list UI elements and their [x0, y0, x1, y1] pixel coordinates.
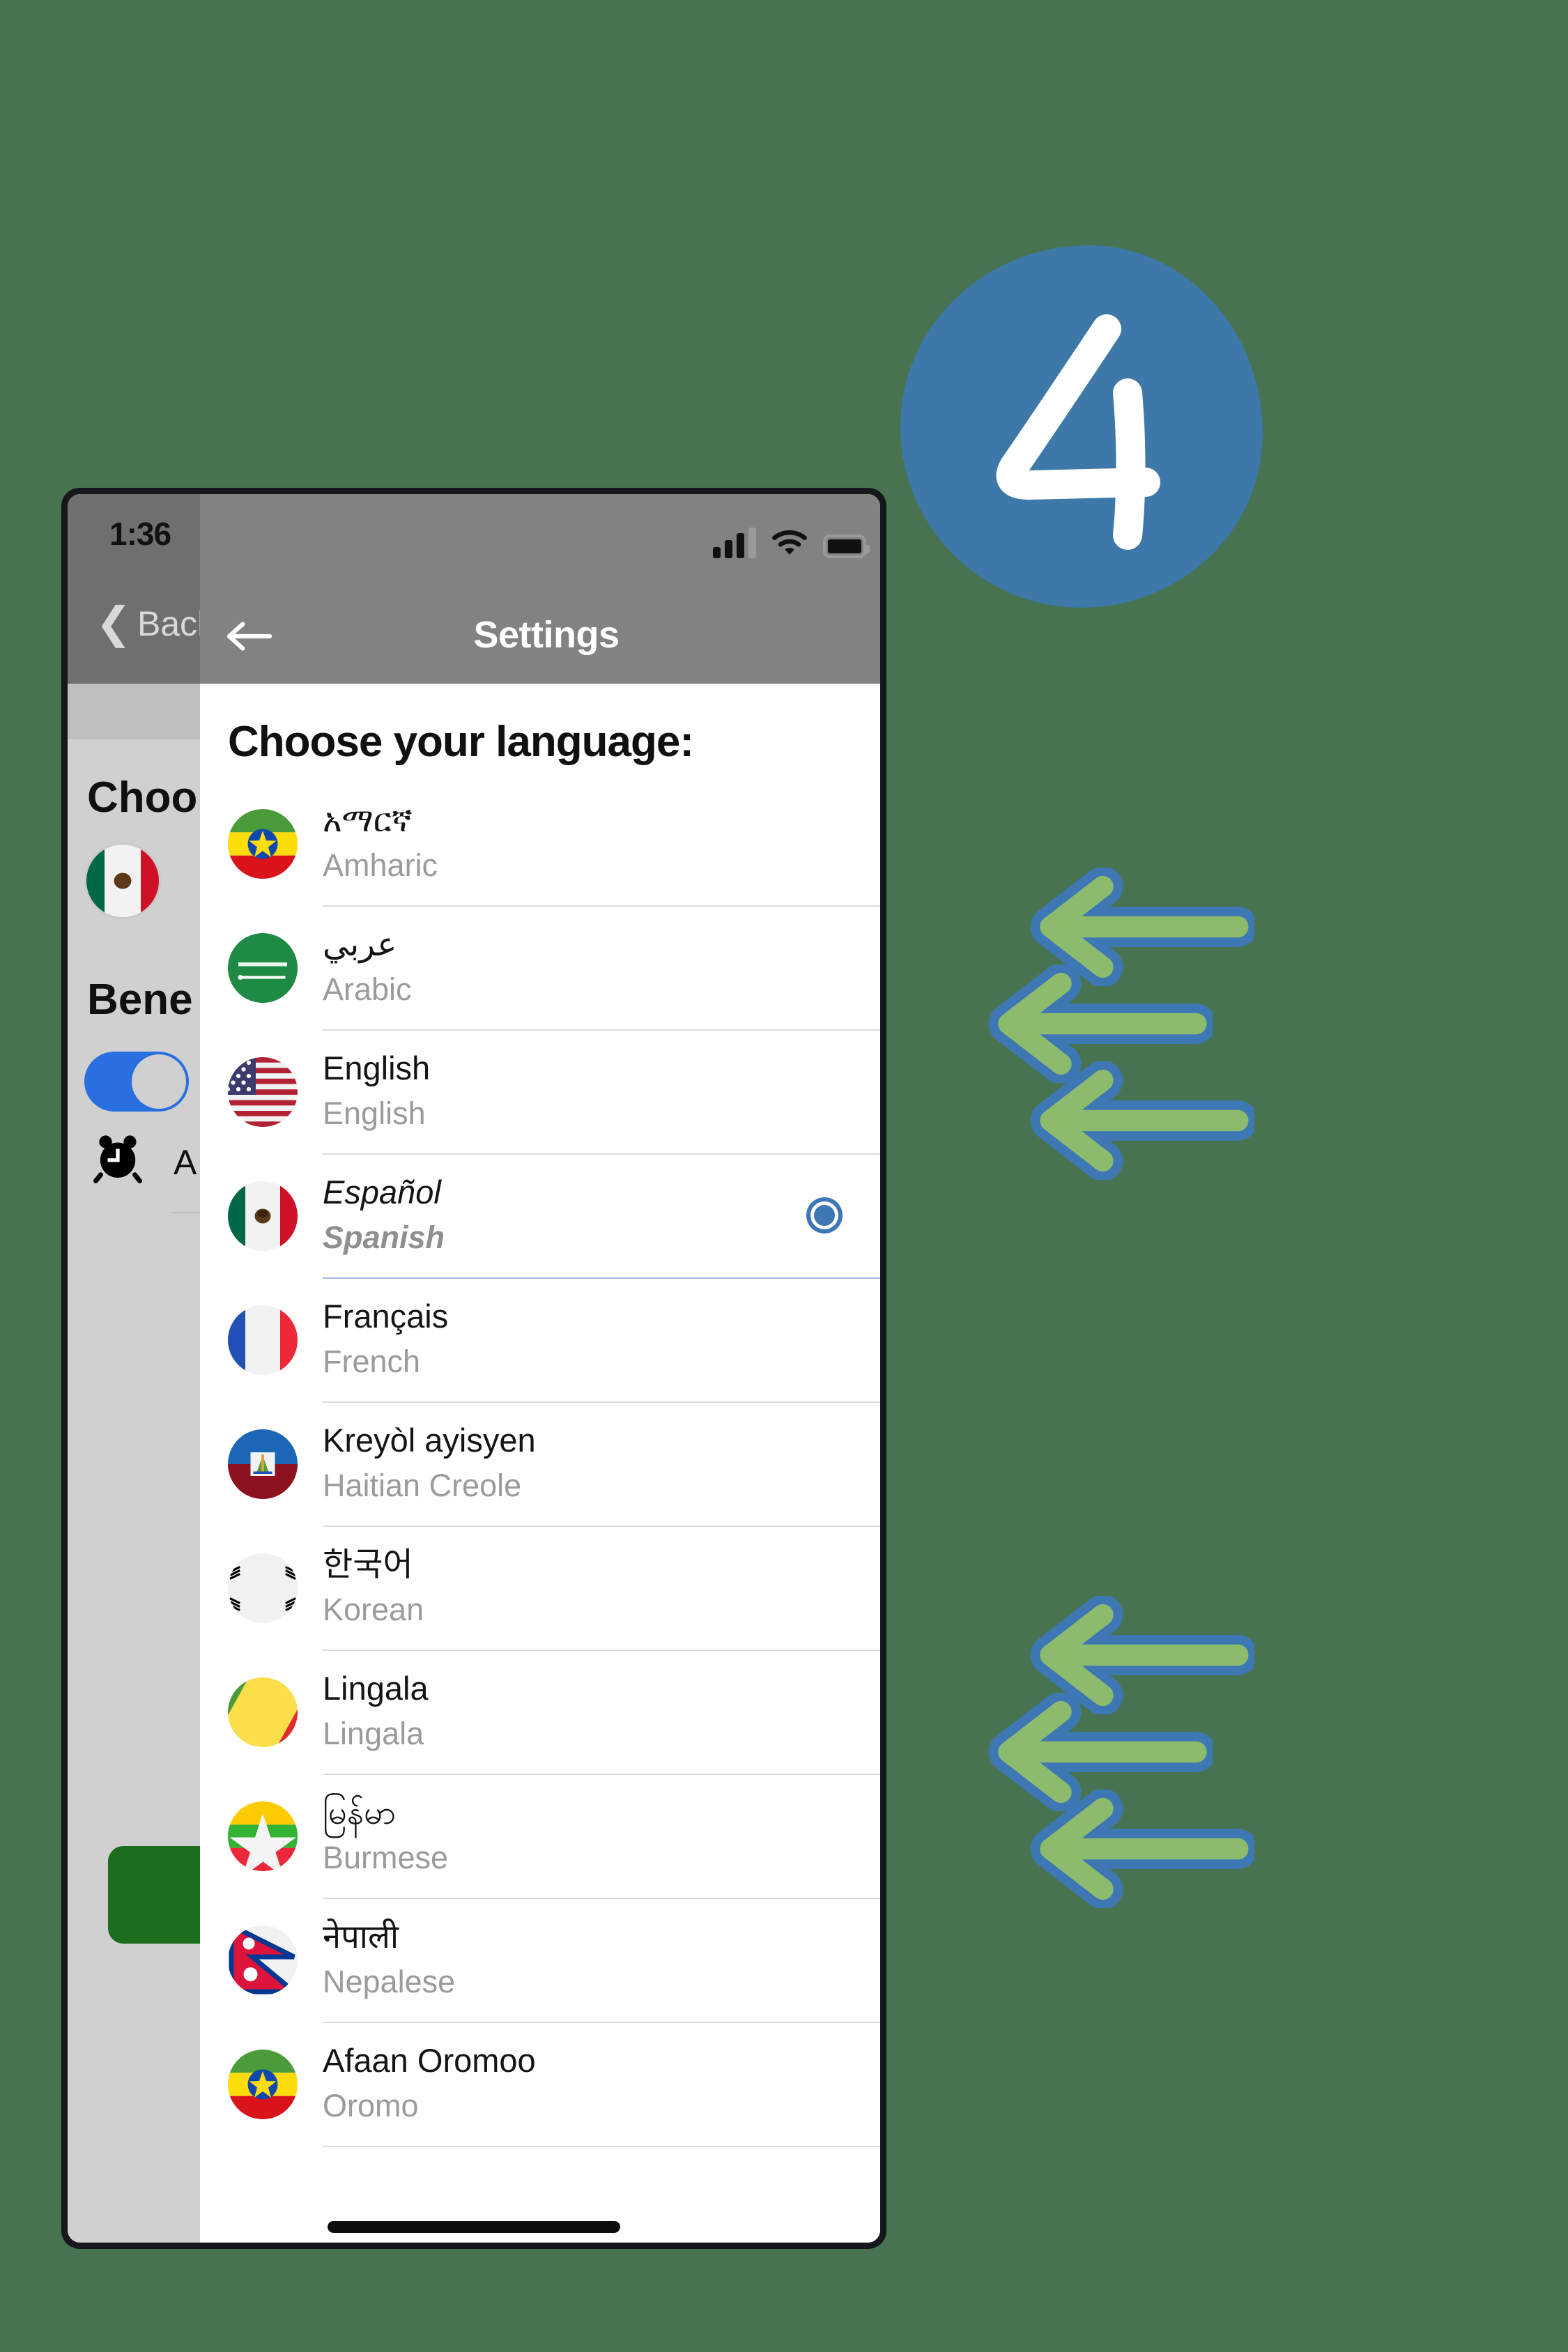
language-english-name: Amharic: [323, 847, 438, 884]
language-list-item[interactable]: Lingala Lingala: [228, 1650, 880, 1775]
language-english-name: Spanish: [323, 1220, 445, 1256]
language-native-name: Afaan Oromoo: [323, 2042, 536, 2080]
language-list-item[interactable]: አማርኛ Amharic: [228, 781, 880, 907]
language-english-name: Burmese: [323, 1840, 449, 1876]
language-native-name: 한국어: [323, 1546, 413, 1583]
background-heading-benefits: Bene: [87, 976, 193, 1024]
nav-bar: Settings: [200, 586, 880, 684]
language-native-name: English: [323, 1050, 431, 1087]
language-labels: Afaan Oromoo Oromo: [323, 2022, 880, 2147]
cellular-signal-icon: [713, 528, 756, 558]
language-list-item[interactable]: नेपाली Nepalese: [228, 1898, 880, 2023]
page-title: Settings: [473, 614, 620, 656]
home-indicator: [328, 2221, 620, 2233]
language-labels: 한국어 Korean: [323, 1525, 880, 1651]
language-list: አማርኛ Amharic عربي Arabic English English Españ…: [200, 781, 880, 2147]
step-number-glyph: [996, 314, 1160, 550]
language-list-item[interactable]: Kreyòl ayisyen Haitian Creole: [228, 1401, 880, 1527]
language-native-name: عربي: [323, 925, 397, 963]
language-labels: नेपाली Nepalese: [323, 1898, 880, 2023]
background-toggle-switch[interactable]: [84, 1052, 189, 1112]
annotation-arrow-left-icon: [1017, 1788, 1259, 1912]
language-labels: Lingala Lingala: [323, 1650, 880, 1775]
language-list-item[interactable]: Español Spanish: [228, 1153, 880, 1279]
background-alarm-label: A: [174, 1143, 197, 1182]
language-labels: Kreyòl ayisyen Haitian Creole: [323, 1401, 880, 1527]
background-back-button[interactable]: ❮ Back: [95, 602, 215, 645]
choose-language-heading: Choose your language:: [228, 718, 694, 766]
language-native-name: Español: [323, 1174, 441, 1211]
language-list-item[interactable]: English English: [228, 1029, 880, 1155]
language-native-name: Kreyòl ayisyen: [323, 1422, 536, 1459]
phone-screen: 1:36 ❮ Back Choo Bene A Settings Choose …: [68, 494, 880, 2243]
language-labels: አማርኛ Amharic: [323, 781, 880, 907]
status-bar: [200, 494, 880, 586]
background-heading-language: Choo: [87, 774, 198, 822]
language-english-name: Nepalese: [323, 1964, 456, 2000]
language-labels: မြန်မာ Burmese: [323, 1774, 880, 1899]
language-labels: Français French: [323, 1277, 880, 1403]
language-list-item[interactable]: Afaan Oromoo Oromo: [228, 2022, 880, 2147]
phone-frame: 1:36 ❮ Back Choo Bene A Settings Choose …: [61, 488, 886, 2249]
language-native-name: Lingala: [323, 1670, 429, 1707]
alarm-clock-icon: [89, 1130, 147, 1188]
ethiopia-flag-icon: [228, 809, 298, 879]
language-list-item[interactable]: Français French: [228, 1277, 880, 1403]
settings-panel: Settings Choose your language: አማርኛ Amhar…: [200, 494, 880, 2243]
saudi-arabia-flag-icon: [228, 933, 298, 1003]
language-english-name: Korean: [323, 1592, 424, 1628]
myanmar-flag-icon: [228, 1801, 298, 1871]
wifi-icon: [771, 529, 808, 558]
congo-flag-icon: [228, 1677, 298, 1747]
language-labels: عربي Arabic: [323, 905, 880, 1031]
radio-selected-icon[interactable]: [806, 1197, 843, 1233]
annotation-arrows-bottom: [988, 1594, 1259, 1912]
background-status-time: 1:36: [109, 516, 171, 552]
france-flag-icon: [228, 1305, 298, 1375]
step-number-badge: [900, 245, 1263, 608]
language-native-name: नेपाली: [323, 1918, 399, 1955]
settings-body: Choose your language: አማርኛ Amharic عربي Ara…: [200, 684, 880, 2243]
chevron-left-icon: ❮: [95, 599, 132, 647]
status-icons: [713, 518, 870, 558]
language-english-name: Haitian Creole: [323, 1468, 522, 1504]
annotation-arrow-left-icon: [1017, 1060, 1259, 1183]
language-native-name: မြန်မာ: [323, 1794, 397, 1831]
mexico-flag-icon: [84, 843, 161, 919]
arrow-left-icon[interactable]: [226, 621, 272, 652]
toggle-knob: [132, 1054, 186, 1109]
south-korea-flag-icon: [228, 1553, 298, 1623]
haiti-flag-icon: [228, 1429, 298, 1499]
nepal-flag-icon: [228, 1926, 298, 1995]
language-native-name: አማርኛ: [323, 801, 413, 839]
language-list-item[interactable]: 한국어 Korean: [228, 1525, 880, 1651]
usa-flag-icon: [228, 1057, 298, 1127]
annotation-arrows-top: [988, 866, 1259, 1183]
language-labels: Español Spanish: [323, 1153, 880, 1279]
language-english-name: Lingala: [323, 1716, 424, 1752]
language-english-name: French: [323, 1344, 421, 1380]
mexico-flag-icon: [228, 1181, 298, 1251]
ethiopia-flag-icon: [228, 2050, 298, 2119]
language-english-name: Arabic: [323, 971, 412, 1008]
battery-full-icon: [823, 535, 870, 558]
language-list-item[interactable]: عربي Arabic: [228, 905, 880, 1031]
language-english-name: Oromo: [323, 2088, 419, 2124]
language-native-name: Français: [323, 1298, 449, 1335]
language-list-item[interactable]: မြန်မာ Burmese: [228, 1774, 880, 1899]
language-english-name: English: [323, 1096, 426, 1132]
language-labels: English English: [323, 1029, 880, 1155]
